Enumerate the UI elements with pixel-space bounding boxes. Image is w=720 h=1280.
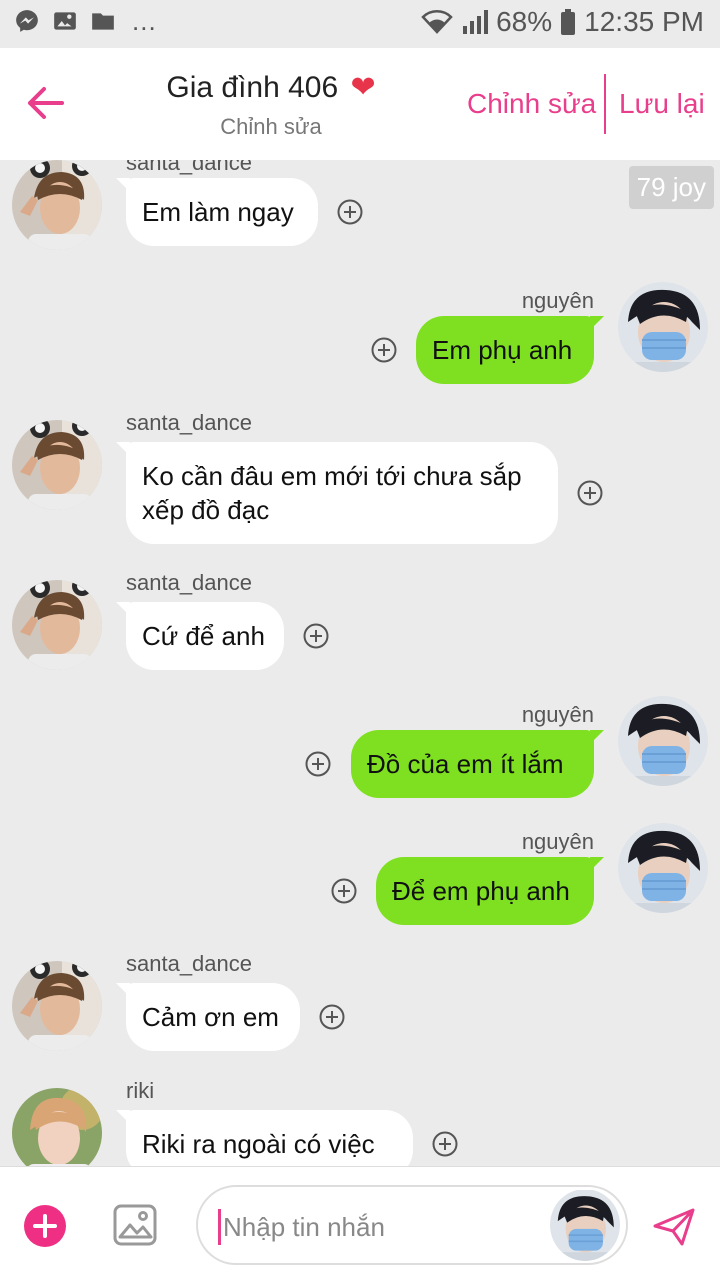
react-plus-icon[interactable]: [577, 480, 603, 506]
bubble-tail: [116, 442, 130, 456]
bubble-tail: [590, 730, 604, 744]
save-button[interactable]: Lưu lại: [619, 88, 705, 120]
battery-icon: [561, 9, 576, 35]
plus-icon: [33, 1214, 57, 1238]
message-input-box[interactable]: [196, 1185, 628, 1265]
santa-dance-avatar[interactable]: [12, 961, 102, 1051]
clock: 12:35 PM: [584, 6, 704, 37]
heart-icon: ❤: [350, 71, 376, 104]
react-plus-icon[interactable]: [305, 751, 331, 777]
sender-name: riki: [126, 1078, 155, 1103]
message-row: santa_dance Ko cần đâu em mới tới chưa sắ…: [0, 408, 720, 554]
message-row: nguyên Để em phụ anh: [0, 823, 720, 935]
header-divider: [604, 74, 606, 134]
message-row: riki Riki ra ngoài có việc: [0, 1076, 720, 1166]
bubble-tail: [590, 316, 604, 330]
nguyen-avatar[interactable]: [618, 696, 708, 786]
masked-boy-avatar: [550, 1190, 620, 1261]
sender-name: nguyên: [521, 702, 594, 727]
sender-name: nguyên: [521, 288, 594, 313]
bubble-tail: [116, 983, 130, 997]
bubble-tail: [116, 602, 130, 616]
chat-title-text: Gia đình 406: [166, 71, 339, 104]
image-picker-icon[interactable]: [112, 1203, 158, 1247]
message-row: santa_dance Cảm ơn em: [0, 949, 720, 1061]
message-bubble[interactable]: Cảm ơn em: [126, 983, 300, 1051]
add-button[interactable]: [24, 1205, 66, 1247]
message-bubble[interactable]: Riki ra ngoài có việc: [126, 1110, 413, 1166]
chat-title: Gia đình 406 ❤: [0, 70, 542, 105]
message-row: santa_dance Cứ để anh: [0, 568, 720, 680]
nguyen-avatar[interactable]: [618, 282, 708, 372]
signal-icon: [463, 10, 489, 34]
react-plus-icon[interactable]: [432, 1131, 458, 1157]
react-plus-icon[interactable]: [337, 199, 363, 225]
wifi-icon: [421, 10, 453, 34]
message-bubble[interactable]: Để em phụ anh: [376, 857, 594, 925]
message-list[interactable]: 79 joy santa_dance Em làm ngay nguyên Em ph…: [0, 160, 720, 1166]
sender-name: nguyên: [521, 829, 594, 854]
message-bubble[interactable]: Ko cần đâu em mới tới chưa sắp xếp đồ đạ…: [126, 442, 558, 544]
sender-name: santa_dance: [126, 951, 252, 976]
message-bubble[interactable]: Đồ của em ít lắm: [351, 730, 594, 798]
sender-name: santa_dance: [126, 160, 252, 175]
react-plus-icon[interactable]: [319, 1004, 345, 1030]
bubble-tail: [116, 178, 130, 192]
message-bubble[interactable]: Cứ để anh: [126, 602, 284, 670]
message-row: santa_dance Em làm ngay: [0, 160, 720, 256]
react-plus-icon[interactable]: [331, 878, 357, 904]
santa-dance-avatar[interactable]: [12, 420, 102, 510]
messenger-icon: [16, 10, 38, 32]
folder-icon: [92, 13, 114, 30]
message-row: nguyên Đồ của em ít lắm: [0, 696, 720, 808]
message-input[interactable]: [218, 1209, 548, 1245]
react-plus-icon[interactable]: [303, 623, 329, 649]
riki-avatar[interactable]: [12, 1088, 102, 1166]
notification-overflow: ...: [132, 6, 157, 36]
status-bar: ... 68% 12:35 PM: [0, 0, 720, 48]
sender-name: santa_dance: [126, 410, 252, 435]
sender-name: santa_dance: [126, 570, 252, 595]
chat-header: Gia đình 406 ❤ Chỉnh sửa Chỉnh sửa Lưu l…: [0, 48, 720, 160]
nguyen-avatar[interactable]: [618, 823, 708, 913]
bubble-tail: [590, 857, 604, 871]
my-avatar[interactable]: [550, 1189, 620, 1261]
composer-bar: [0, 1166, 720, 1280]
gallery-icon: [54, 12, 76, 30]
message-bubble[interactable]: Em làm ngay: [126, 178, 318, 246]
message-row: nguyên Em phụ anh: [0, 282, 720, 394]
battery-percent: 68%: [496, 6, 553, 37]
chat-subtitle: Chỉnh sửa: [220, 114, 322, 139]
bubble-tail: [116, 1110, 130, 1124]
santa-dance-avatar[interactable]: [12, 580, 102, 670]
react-plus-icon[interactable]: [371, 337, 397, 363]
message-bubble[interactable]: Em phụ anh: [416, 316, 594, 384]
santa-dance-avatar[interactable]: [12, 160, 102, 250]
edit-button[interactable]: Chỉnh sửa: [467, 88, 596, 120]
send-icon[interactable]: [652, 1207, 696, 1247]
